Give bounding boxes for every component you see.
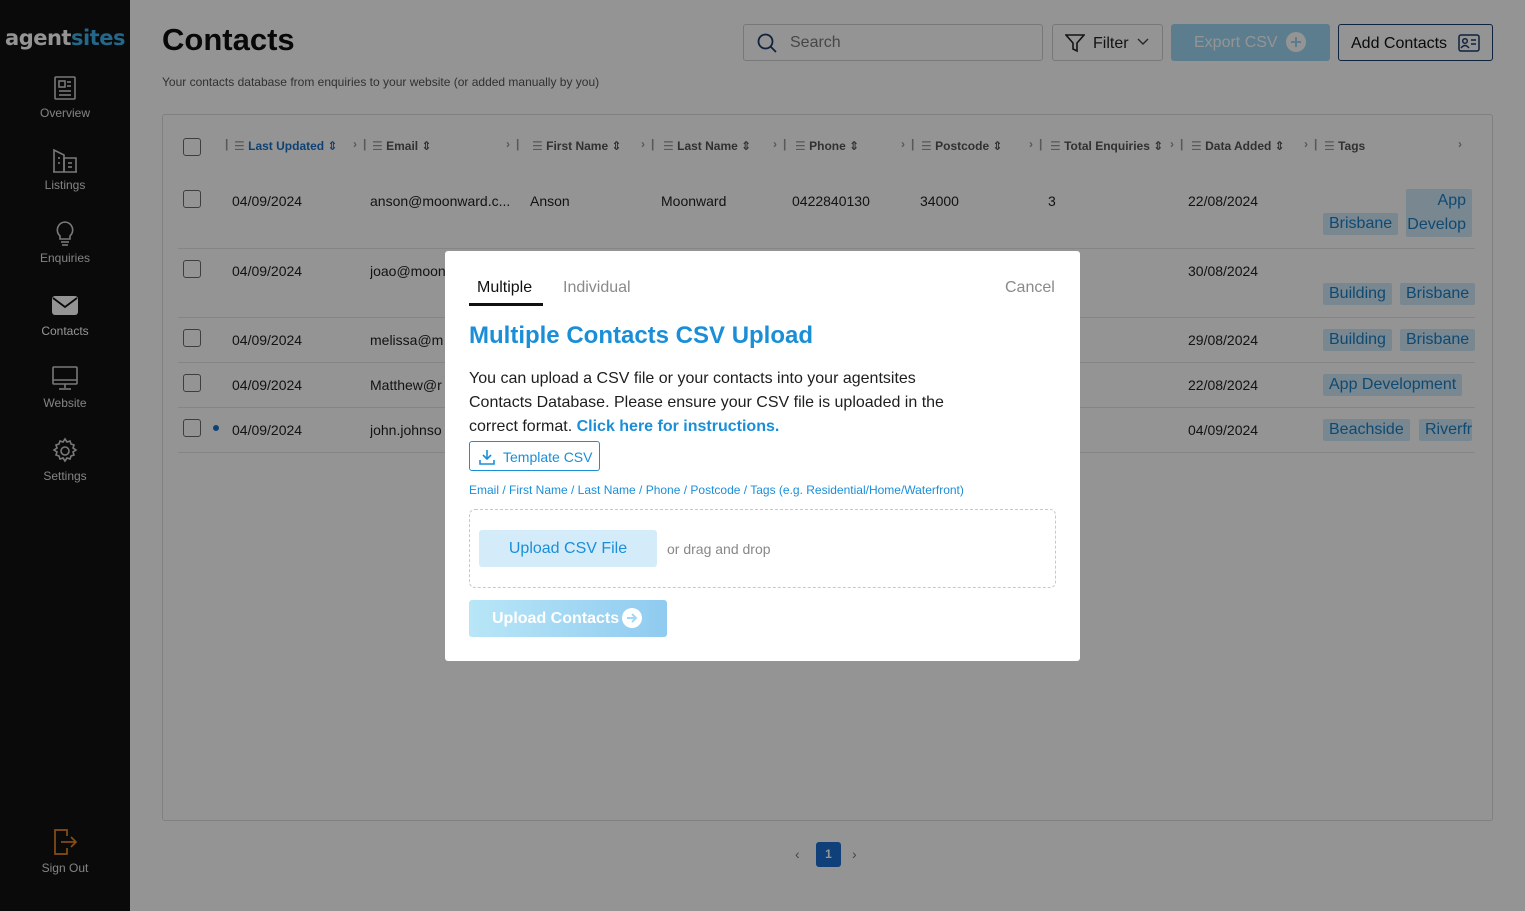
instructions-link[interactable]: Click here for instructions.	[577, 418, 780, 435]
template-csv-button[interactable]: Template CSV	[469, 441, 600, 471]
csv-drop-zone[interactable]: Upload CSV File or drag and drop	[469, 509, 1056, 588]
upload-contacts-label: Upload Contacts	[492, 610, 620, 627]
drag-drop-hint: or drag and drop	[667, 541, 771, 557]
cancel-button[interactable]: Cancel	[1005, 279, 1055, 297]
template-csv-label: Template CSV	[503, 449, 593, 465]
download-icon	[479, 450, 495, 465]
modal-title: Multiple Contacts CSV Upload	[469, 322, 814, 349]
csv-format-hint: Email / First Name / Last Name / Phone /…	[469, 483, 964, 497]
upload-csv-file-button[interactable]: Upload CSV File	[479, 530, 657, 567]
tab-multiple[interactable]: Multiple	[477, 279, 532, 297]
arrow-right-circle-icon	[622, 608, 642, 628]
upload-contacts-modal: Multiple Individual Cancel Multiple Cont…	[445, 251, 1080, 661]
tab-individual[interactable]: Individual	[563, 279, 631, 297]
upload-contacts-button[interactable]: Upload Contacts	[469, 600, 667, 637]
active-tab-indicator	[469, 303, 543, 306]
modal-description: You can upload a CSV file or your contac…	[469, 370, 944, 435]
